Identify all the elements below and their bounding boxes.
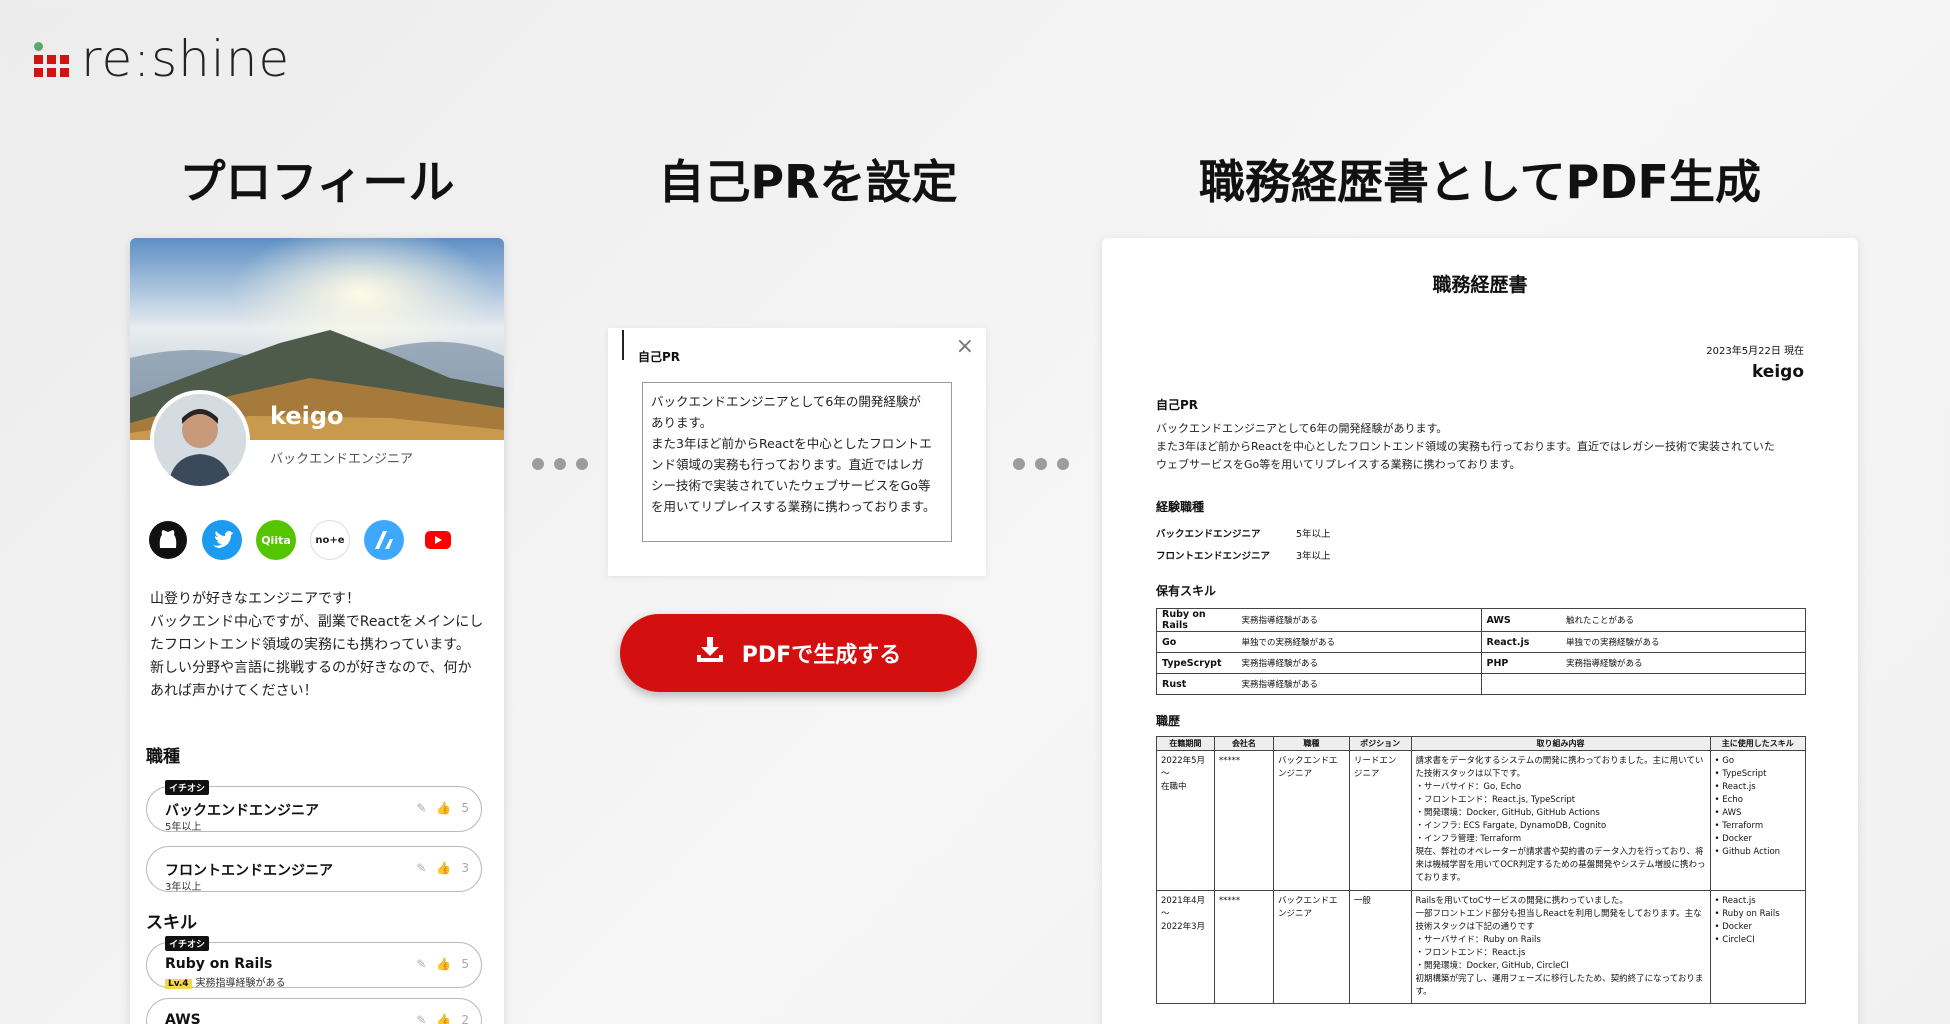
resume-history-table: 在籍期間 会社名 職種 ポジション 取り組み内容 主に使用したスキル 2022年… [1156,736,1807,1004]
table-row: 2022年5月〜在職中 ***** バックエンドエ ンジニア リードエン ジニア 請… [1156,750,1807,891]
table-row: Go 単独での実務経験がある React.js 単独での実務経験がある [1156,631,1806,653]
jobs-title: 職種 [146,747,180,767]
recommend-badge: イチオシ [165,936,210,951]
resume-pr-text: バックエンドエンジニアとして6年の開発経験があります。 また3年ほど前からRea… [1156,422,1775,471]
edit-icon[interactable]: ✎ [416,957,426,971]
flow-dots-1 [532,458,588,470]
skill-name: AWS [165,1012,201,1024]
skill-desc: 実務指導経験がある [195,978,286,989]
pr-editor: 自己PR × バックエンドエンジニアとして6年の開発経験が あります。 また3年… [608,328,986,576]
github-icon[interactable] [148,520,188,560]
pr-textarea[interactable]: バックエンドエンジニアとして6年の開発経験が あります。 また3年ほど前からRe… [642,382,952,542]
generate-pdf-label: PDFで生成する [741,643,902,668]
close-icon[interactable]: × [956,334,974,359]
resume-title: 職務経歴書 [1432,274,1528,296]
youtube-icon[interactable] [418,520,458,560]
resume-exp-title: 経験職種 [1156,500,1205,514]
recommend-badge: イチオシ [165,780,210,795]
table-row: Ruby on Rails 実務指導経験がある AWS 触れたことがある [1156,608,1806,632]
social-links: Qiita no+e [148,520,458,560]
note-icon[interactable]: no+e [310,520,350,560]
exp-row: バックエンドエンジニア 5年以上 [1156,529,1331,540]
like-icon[interactable]: 👍 [436,1013,451,1024]
skill-item[interactable]: イチオシ Ruby on Rails Lv.4 実務指導経験がある ✎ 👍 5 [146,936,482,989]
resume-history-title: 職歴 [1156,714,1181,728]
like-count: 3 [461,861,469,875]
profile-role: バックエンドエンジニア [270,452,414,467]
table-header-row: 在籍期間 会社名 職種 ポジション 取り組み内容 主に使用したスキル [1156,736,1807,751]
edit-icon[interactable]: ✎ [416,1013,426,1024]
edit-icon[interactable]: ✎ [416,861,426,875]
zenn-icon[interactable] [364,520,404,560]
heading-pr: 自己PRを設定 [658,155,958,209]
like-count: 2 [461,1013,469,1024]
resume-date: 2023年5月22日 現在 [1706,346,1804,357]
table-row: TypeScrypt 実務指導経験がある PHP 実務指導経験がある [1156,652,1806,674]
like-icon[interactable]: 👍 [436,957,451,971]
qiita-icon[interactable]: Qiita [256,520,296,560]
like-count: 5 [461,957,469,971]
pr-label: 自己PR [638,350,681,364]
heading-profile: プロフィール [179,155,455,209]
like-icon[interactable]: 👍 [436,801,451,815]
exp-row: フロントエンドエンジニア 3年以上 [1156,551,1331,562]
job-years: 3年以上 [165,882,202,893]
download-icon [696,637,724,669]
job-item[interactable]: フロントエンドエンジニア 3年以上 ✎ 👍 3 [146,846,482,893]
table-row: Rust 実務指導経験がある [1156,673,1806,695]
job-name: バックエンドエンジニア [165,803,319,819]
heading-pdf: 職務経歴書としてPDF生成 [1199,155,1761,209]
resume-skill-table: Ruby on Rails 実務指導経験がある AWS 触れたことがある Go 単独で… [1156,608,1806,695]
edit-icon[interactable]: ✎ [416,801,426,815]
generate-pdf-button[interactable]: PDFで生成する [620,614,977,692]
brand-logo: re:shine [34,30,290,88]
table-row: 2021年4月〜 2022年3月 ***** バックエンドエ ンジニア 一般 Rai… [1156,890,1807,1004]
logo-mark-icon [34,41,69,77]
resume-pr-title: 自己PR [1156,398,1199,412]
flow-dots-2 [1013,458,1069,470]
job-years: 5年以上 [165,822,202,833]
twitter-icon[interactable] [202,520,242,560]
skills-title: スキル [146,913,197,933]
logo-text: re:shine [81,30,291,88]
profile-card: keigo バックエンドエンジニア Qiita no+e 山登りが好きなエンジニ… [130,238,504,1024]
profile-name: keigo [270,402,344,430]
avatar[interactable] [150,390,250,490]
resume-skills-title: 保有スキル [1156,584,1217,598]
resume-preview: 職務経歴書 2023年5月22日 現在 keigo 自己PR バックエンドエンジ… [1102,238,1858,1024]
profile-bio: 山登りが好きなエンジニアです！ バックエンド中心ですが、副業でReactをメイン… [150,591,484,699]
skill-item[interactable]: AWS ✎ 👍 2 [146,998,482,1024]
like-icon[interactable]: 👍 [436,861,451,875]
skill-name: Ruby on Rails [165,956,273,972]
job-name: フロントエンドエンジニア [165,863,333,879]
text-cursor [622,330,624,360]
resume-user: keigo [1751,362,1804,382]
skill-level-badge: Lv.4 [165,979,192,989]
job-item[interactable]: イチオシ バックエンドエンジニア 5年以上 ✎ 👍 5 [146,780,482,833]
like-count: 5 [461,801,469,815]
